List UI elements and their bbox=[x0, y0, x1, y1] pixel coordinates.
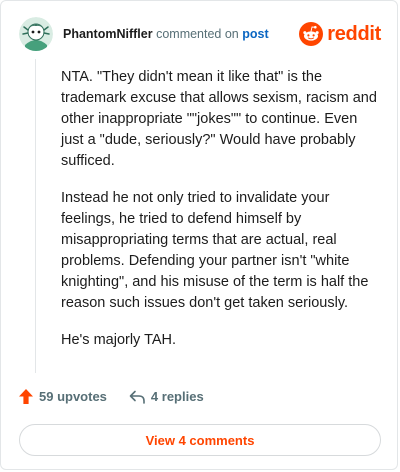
comment-meta: PhantomNiffler commented on post bbox=[63, 27, 269, 41]
reddit-wordmark: reddit bbox=[327, 22, 381, 45]
comment-header: PhantomNiffler commented on post reddit bbox=[19, 17, 381, 51]
post-link[interactable]: post bbox=[242, 27, 268, 41]
comment-actions: 59 upvotes 4 replies bbox=[19, 389, 204, 404]
comment-body: NTA. "They didn't mean it like that" is … bbox=[61, 67, 381, 367]
view-comments-button[interactable]: View 4 comments bbox=[19, 424, 381, 456]
reddit-logo[interactable]: reddit bbox=[299, 22, 381, 46]
reddit-snoo-icon bbox=[299, 22, 324, 46]
upvote-arrow-icon bbox=[19, 389, 33, 404]
action-text: commented on bbox=[156, 27, 239, 41]
avatar-icon bbox=[19, 17, 53, 51]
upvote-count: 59 upvotes bbox=[39, 389, 107, 404]
username[interactable]: PhantomNiffler bbox=[63, 27, 153, 41]
comment-card: PhantomNiffler commented on post reddit … bbox=[0, 0, 398, 470]
comment-paragraph: NTA. "They didn't mean it like that" is … bbox=[61, 69, 377, 169]
reply-count: 4 replies bbox=[150, 389, 204, 404]
upvote-button[interactable]: 59 upvotes bbox=[19, 389, 107, 404]
user-avatar[interactable] bbox=[19, 17, 53, 51]
thread-line bbox=[35, 59, 36, 373]
comment-paragraph: Instead he not only tried to invalidate … bbox=[61, 190, 369, 311]
reply-button[interactable]: 4 replies bbox=[129, 389, 204, 404]
reply-arrow-icon bbox=[129, 390, 145, 404]
comment-paragraph: He's majorly TAH. bbox=[61, 332, 177, 348]
